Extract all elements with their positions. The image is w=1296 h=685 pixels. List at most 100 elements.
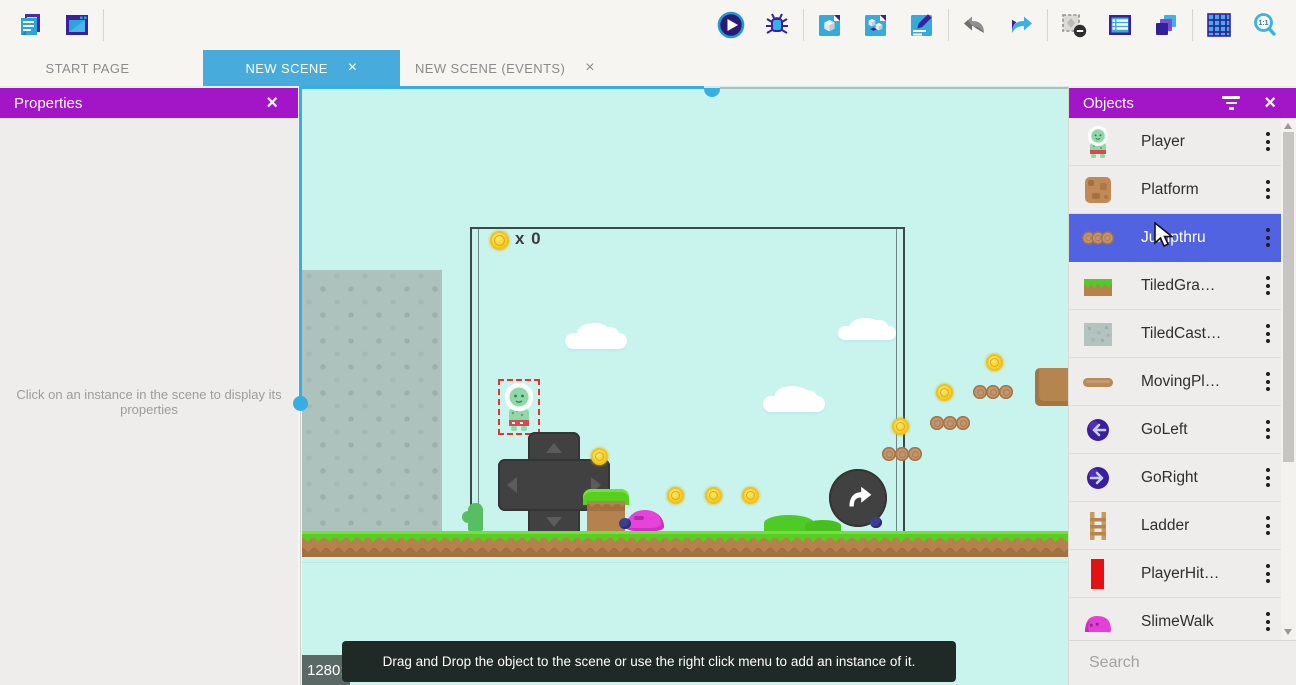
bee-instance[interactable] <box>870 517 882 528</box>
redo-icon <box>1007 11 1035 39</box>
tab-new-scene-events[interactable]: NEW SCENE (EVENTS) × <box>400 50 610 86</box>
objects-scrollbar[interactable] <box>1281 118 1296 640</box>
object-row-tiledcastle[interactable]: TiledCast… <box>1069 310 1282 358</box>
grid-button[interactable] <box>1196 4 1242 46</box>
panel-title: Objects <box>1083 95 1134 112</box>
tiled-grass-icon <box>1082 270 1114 302</box>
coin-instance[interactable] <box>986 354 1003 371</box>
kebab-menu-icon[interactable] <box>1258 559 1278 589</box>
start-page-icon <box>63 11 91 39</box>
object-row-player[interactable]: Player <box>1069 118 1282 166</box>
objects-search-bar <box>1069 640 1296 685</box>
platform-instance[interactable] <box>1035 368 1068 406</box>
delete-instances-icon <box>1060 11 1088 39</box>
delete-instances-button[interactable] <box>1051 4 1097 46</box>
coin-instance[interactable] <box>591 448 608 465</box>
kebab-menu-icon[interactable] <box>1258 319 1278 349</box>
redo-button[interactable] <box>998 4 1044 46</box>
object-row-platform[interactable]: Platform <box>1069 166 1282 214</box>
bush-instance[interactable] <box>805 520 841 531</box>
instances-list-icon <box>1106 11 1134 39</box>
dpad-up-icon <box>546 443 562 453</box>
kebab-menu-icon[interactable] <box>1258 127 1278 157</box>
object-row-ladder[interactable]: Ladder <box>1069 502 1282 550</box>
edit-objects-button[interactable] <box>807 4 853 46</box>
properties-placeholder-text: Click on an instance in the scene to dis… <box>13 387 285 417</box>
object-label: TiledGra… <box>1141 277 1258 295</box>
scene-canvas[interactable]: x 0 <box>302 86 1068 685</box>
kebab-menu-icon[interactable] <box>1258 223 1278 253</box>
object-row-goleft[interactable]: GoLeft <box>1069 406 1282 454</box>
close-tab-icon[interactable]: × <box>348 60 358 76</box>
tab-label: NEW SCENE <box>245 61 327 76</box>
coin-instance[interactable] <box>742 487 759 504</box>
object-label: Player <box>1141 133 1258 151</box>
close-panel-icon[interactable]: × <box>260 92 284 114</box>
coin-instance[interactable] <box>667 487 684 504</box>
toolbar-divider <box>803 9 804 41</box>
object-row-goright[interactable]: GoRight <box>1069 454 1282 502</box>
go-right-icon <box>1082 462 1114 494</box>
object-row-tiledgrass[interactable]: TiledGra… <box>1069 262 1282 310</box>
debug-button[interactable] <box>754 4 800 46</box>
properties-panel: Properties × Click on an instance in the… <box>0 86 298 685</box>
dpad-down-icon <box>546 517 562 527</box>
object-row-playerhitbox[interactable]: PlayerHit… <box>1069 550 1282 598</box>
tab-start-page[interactable]: START PAGE <box>0 50 175 86</box>
tiled-castle-icon <box>1082 318 1114 350</box>
coin-instance[interactable] <box>936 384 953 401</box>
hud-coin-icon[interactable] <box>490 231 509 250</box>
horizontal-divider-rest <box>720 87 1068 89</box>
instances-list-button[interactable] <box>1097 4 1143 46</box>
kebab-menu-icon[interactable] <box>1258 367 1278 397</box>
undo-button[interactable] <box>952 4 998 46</box>
kebab-menu-icon[interactable] <box>1258 607 1278 637</box>
coin-instance[interactable] <box>705 487 722 504</box>
layers-button[interactable] <box>1143 4 1189 46</box>
kebab-menu-icon[interactable] <box>1258 463 1278 493</box>
kebab-menu-icon[interactable] <box>1258 175 1278 205</box>
scene-properties-button[interactable] <box>899 4 945 46</box>
panel-title: Properties <box>14 95 82 112</box>
horizontal-divider[interactable] <box>302 86 704 89</box>
filter-icon[interactable] <box>1220 94 1242 112</box>
scrollbar-thumb[interactable] <box>1283 132 1294 462</box>
kebab-menu-icon[interactable] <box>1258 511 1278 541</box>
cactus-instance[interactable] <box>468 503 483 531</box>
scroll-down-icon[interactable] <box>1284 629 1292 635</box>
kebab-menu-icon[interactable] <box>1258 271 1278 301</box>
player-instance-selected[interactable] <box>498 379 540 435</box>
bee-instance[interactable] <box>619 518 631 529</box>
edit-object-groups-button[interactable] <box>853 4 899 46</box>
search-input[interactable] <box>1087 653 1296 673</box>
debug-icon <box>763 11 791 39</box>
jumpthru-instance[interactable] <box>882 447 921 461</box>
platform-icon <box>1082 174 1114 206</box>
scene-guide-line <box>302 562 1068 563</box>
scroll-up-icon[interactable] <box>1284 123 1292 129</box>
object-label: MovingPl… <box>1141 373 1258 391</box>
jumpthru-instance[interactable] <box>973 385 1012 399</box>
play-button[interactable] <box>708 4 754 46</box>
jumpthru-icon <box>1082 222 1114 254</box>
vertical-divider[interactable] <box>299 86 302 397</box>
tab-new-scene[interactable]: NEW SCENE × <box>203 50 400 86</box>
vertical-divider-handle[interactable] <box>293 396 308 411</box>
zoom-original-button[interactable]: 1:1 <box>1242 4 1288 46</box>
kebab-menu-icon[interactable] <box>1258 415 1278 445</box>
object-row-slimewalk[interactable]: SlimeWalk <box>1069 598 1282 640</box>
close-panel-icon[interactable]: × <box>1258 92 1282 114</box>
start-page-button[interactable] <box>54 4 100 46</box>
svg-text:1:1: 1:1 <box>1258 20 1268 27</box>
project-manager-button[interactable] <box>8 4 54 46</box>
coin-instance[interactable] <box>892 418 909 435</box>
objects-editor-icon <box>816 11 844 39</box>
close-tab-icon[interactable]: × <box>585 60 595 76</box>
object-label: TiledCast… <box>1141 325 1258 343</box>
tab-label: START PAGE <box>46 61 130 76</box>
mouse-cursor <box>1152 222 1176 248</box>
ground-dirt-zigzag <box>302 538 1068 546</box>
tiled-castle-instance[interactable] <box>302 270 442 531</box>
jumpthru-instance[interactable] <box>930 416 969 430</box>
object-row-movingplatform[interactable]: MovingPl… <box>1069 358 1282 406</box>
